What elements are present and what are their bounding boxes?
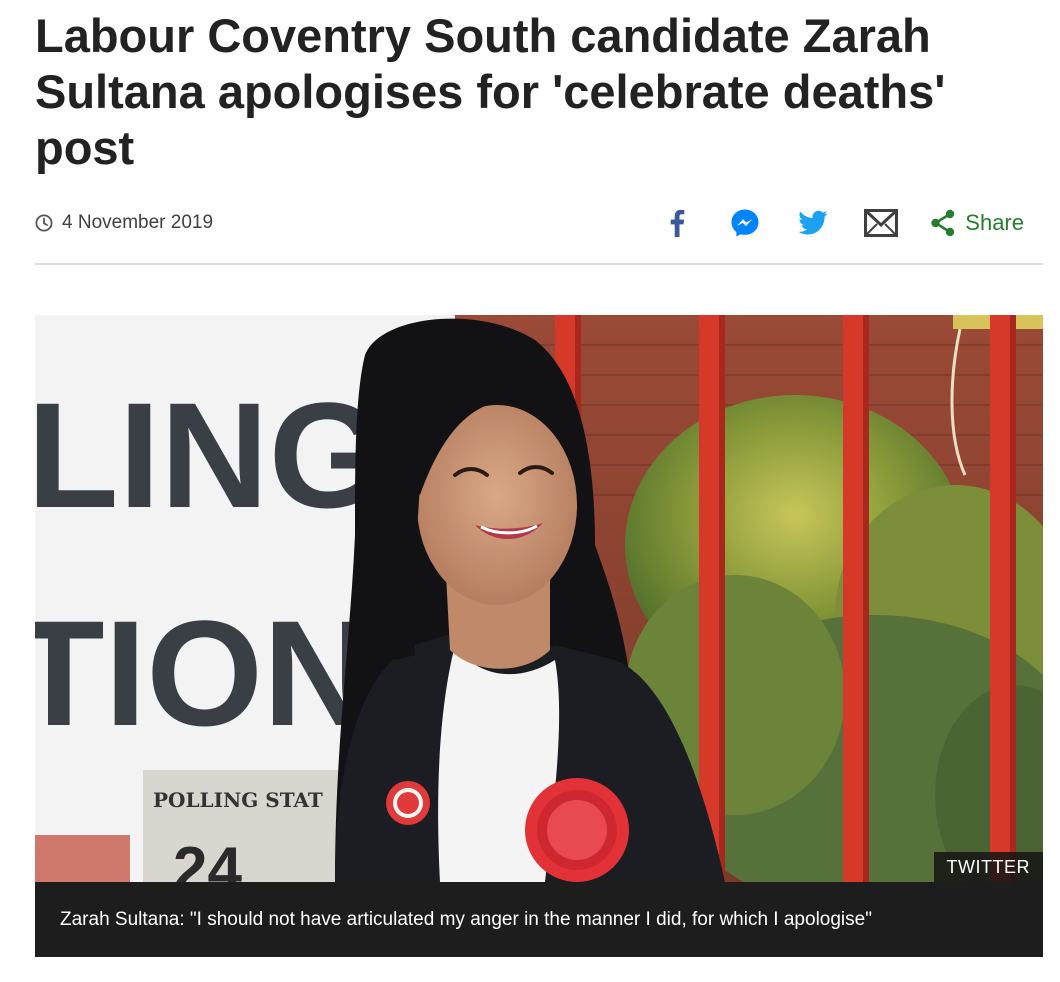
share-icon [931,209,955,237]
image-credit: TWITTER [933,852,1043,882]
sign-text-bottom: TION [35,589,371,757]
email-share-button[interactable] [858,200,904,246]
clock-icon [35,214,53,232]
email-icon [864,209,899,237]
twitter-share-button[interactable] [790,200,836,246]
article-photo: LING TION POLLING STAT 24 [35,315,1043,882]
publish-date-text: 4 November 2019 [62,212,214,233]
article-image-figure: LING TION POLLING STAT 24 TWITTER Zarah … [35,315,1043,957]
facebook-share-button[interactable] [654,200,700,246]
messenger-icon [731,209,759,237]
share-tools: Share [632,200,1024,246]
article-page: Labour Coventry South candidate Zarah Su… [0,0,1060,982]
share-label: Share [965,210,1024,235]
sign-number: 24 [173,835,242,882]
messenger-share-button[interactable] [722,200,768,246]
candidate-photo: LING TION POLLING STAT 24 [35,315,1043,882]
image-caption: Zarah Sultana: "I should not have articu… [35,882,1043,957]
share-button[interactable]: Share [930,209,1024,237]
article-meta: 4 November 2019 Share [35,200,1024,246]
twitter-icon [798,210,828,235]
header-divider [35,263,1043,265]
facebook-icon [670,209,685,237]
article-headline: Labour Coventry South candidate Zarah Su… [35,9,946,174]
publish-date: 4 November 2019 [35,212,213,234]
sign-text-top: LING [35,371,385,539]
sign-small-text: POLLING STAT [153,788,323,812]
